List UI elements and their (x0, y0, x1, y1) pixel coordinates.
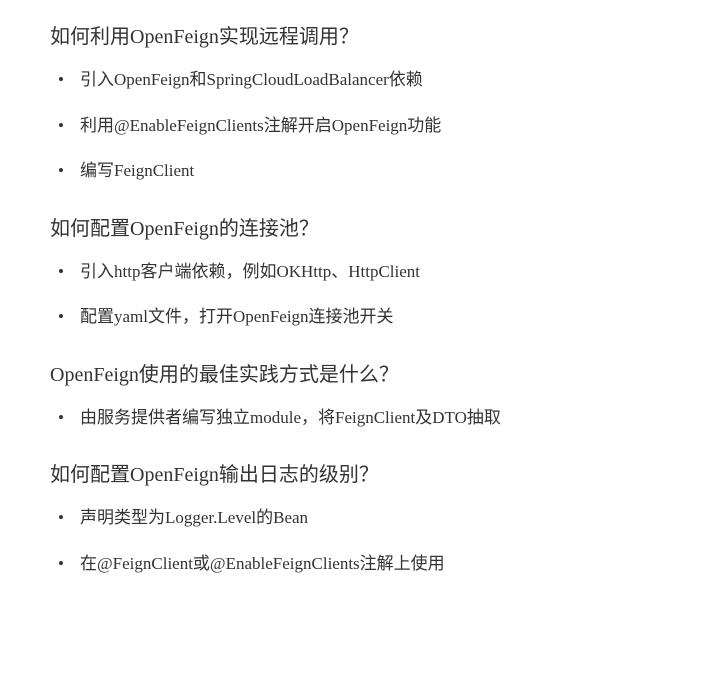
section-1: 如何利用OpenFeign实现远程调用？ 引入OpenFeign和SpringC… (50, 20, 663, 184)
list-item: 在@FeignClient或@EnableFeignClients注解上使用 (80, 551, 663, 577)
document-container: 如何利用OpenFeign实现远程调用？ 引入OpenFeign和SpringC… (50, 20, 663, 675)
list-item: 配置yaml文件，打开OpenFeign连接池开关 (80, 304, 663, 330)
section-list: 声明类型为Logger.Level的Bean 在@FeignClient或@En… (50, 505, 663, 576)
section-list: 引入OpenFeign和SpringCloudLoadBalancer依赖 利用… (50, 67, 663, 184)
section-heading: 如何配置OpenFeign输出日志的级别？ (50, 458, 663, 487)
section-list: 引入http客户端依赖，例如OKHttp、HttpClient 配置yaml文件… (50, 259, 663, 330)
section-2: 如何配置OpenFeign的连接池？ 引入http客户端依赖，例如OKHttp、… (50, 212, 663, 330)
section-heading: 如何配置OpenFeign的连接池？ (50, 212, 663, 241)
list-item: 编写FeignClient (80, 158, 663, 184)
section-3: OpenFeign使用的最佳实践方式是什么？ 由服务提供者编写独立module，… (50, 358, 663, 431)
section-list: 由服务提供者编写独立module，将FeignClient及DTO抽取 (50, 405, 663, 431)
list-item: 引入http客户端依赖，例如OKHttp、HttpClient (80, 259, 663, 285)
section-4: 如何配置OpenFeign输出日志的级别？ 声明类型为Logger.Level的… (50, 458, 663, 576)
list-item: 声明类型为Logger.Level的Bean (80, 505, 663, 531)
section-heading: 如何利用OpenFeign实现远程调用？ (50, 20, 663, 49)
list-item: 由服务提供者编写独立module，将FeignClient及DTO抽取 (80, 405, 663, 431)
list-item: 利用@EnableFeignClients注解开启OpenFeign功能 (80, 113, 663, 139)
section-heading: OpenFeign使用的最佳实践方式是什么？ (50, 358, 663, 387)
list-item: 引入OpenFeign和SpringCloudLoadBalancer依赖 (80, 67, 663, 93)
